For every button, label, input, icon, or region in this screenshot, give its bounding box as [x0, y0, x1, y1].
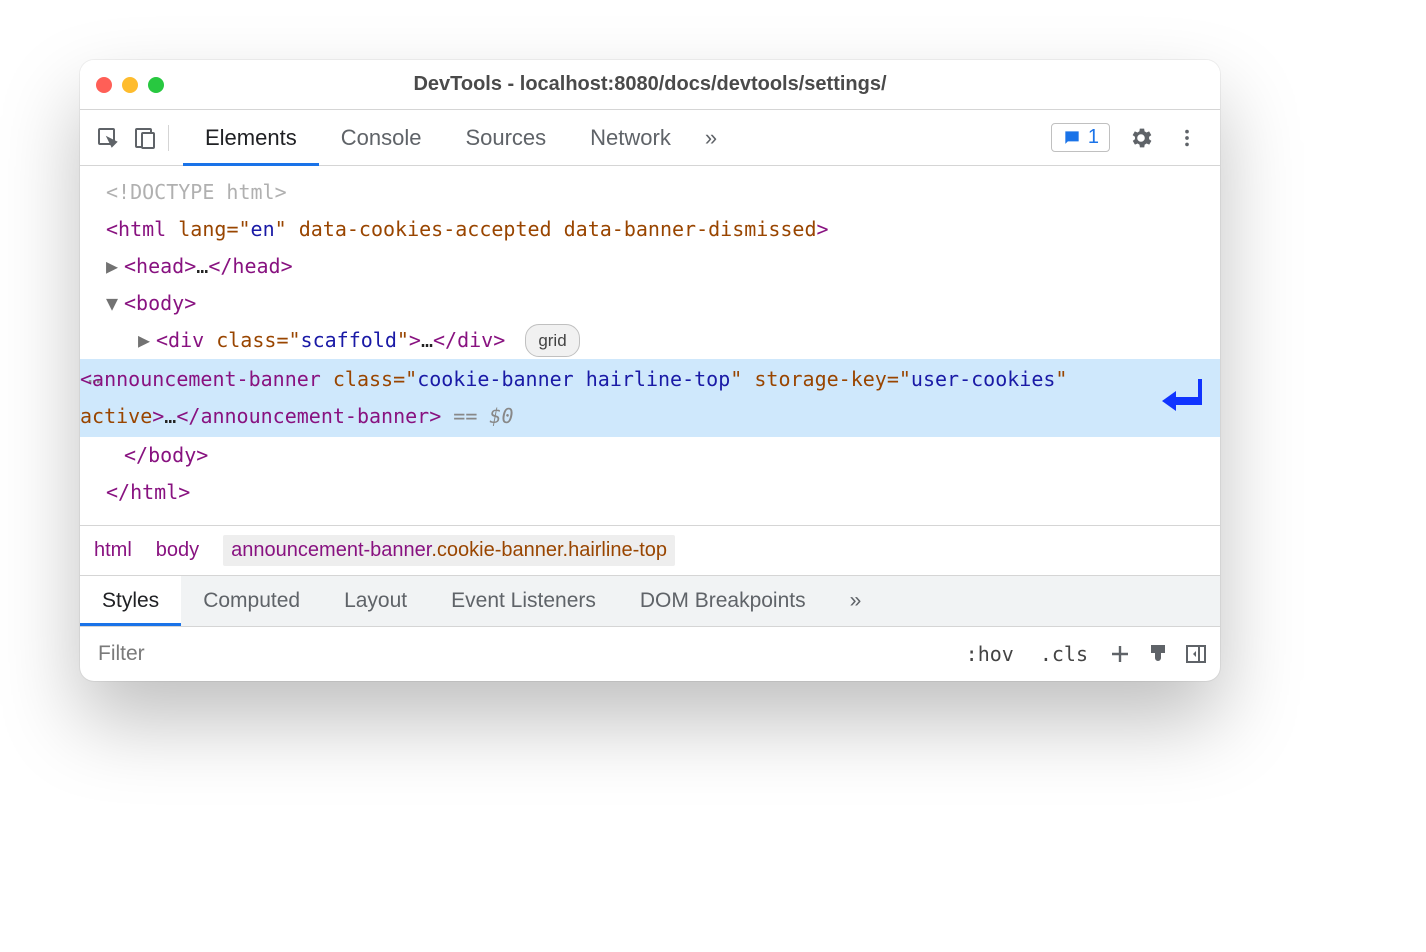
traffic-lights: [96, 77, 164, 93]
main-toolbar: Elements Console Sources Network » 1: [80, 110, 1220, 166]
titlebar: DevTools - localhost:8080/docs/devtools/…: [80, 60, 1220, 110]
grid-badge[interactable]: grid: [525, 324, 579, 357]
styles-subtabs: Styles Computed Layout Event Listeners D…: [80, 575, 1220, 627]
toolbar-separator: [168, 125, 169, 151]
styles-filter-bar: :hov .cls: [80, 627, 1220, 681]
issues-badge[interactable]: 1: [1051, 123, 1110, 152]
cls-toggle-button[interactable]: .cls: [1034, 640, 1094, 668]
window-close-button[interactable]: [96, 77, 112, 93]
styles-filter-input[interactable]: [92, 642, 946, 666]
issues-count: 1: [1088, 126, 1099, 149]
main-tabs: Elements Console Sources Network: [183, 110, 693, 166]
subtab-computed[interactable]: Computed: [181, 576, 322, 626]
paint-brush-icon[interactable]: [1146, 642, 1170, 666]
computed-sidebar-toggle-icon[interactable]: [1184, 642, 1208, 666]
inspect-element-icon[interactable]: [92, 122, 124, 154]
subtab-dom-breakpoints[interactable]: DOM Breakpoints: [618, 576, 828, 626]
breadcrumb-tag: announcement-banner: [231, 539, 431, 561]
settings-gear-icon[interactable]: [1120, 117, 1162, 159]
dom-div-scaffold-line[interactable]: ▶<div class="scaffold">…</div> grid: [80, 322, 1220, 359]
elements-dom-tree[interactable]: <!DOCTYPE html> <html lang="en" data-coo…: [80, 166, 1220, 525]
breadcrumb-item-html[interactable]: html: [94, 539, 132, 562]
window-minimize-button[interactable]: [122, 77, 138, 93]
dom-html-open-line[interactable]: <html lang="en" data-cookies-accepted da…: [80, 211, 1220, 248]
breadcrumb: html body announcement-banner.cookie-ban…: [80, 525, 1220, 575]
expand-arrow-icon[interactable]: ▶: [106, 248, 120, 285]
kebab-menu-icon[interactable]: [1166, 117, 1208, 159]
breadcrumb-item-body[interactable]: body: [156, 539, 199, 562]
subtab-layout[interactable]: Layout: [322, 576, 429, 626]
hov-toggle-button[interactable]: :hov: [960, 640, 1020, 668]
new-style-rule-icon[interactable]: [1108, 642, 1132, 666]
dom-doctype-line[interactable]: <!DOCTYPE html>: [80, 174, 1220, 211]
expand-arrow-icon[interactable]: ▼: [106, 285, 120, 322]
dom-body-close-line[interactable]: </body>: [80, 437, 1220, 474]
selection-indicator-arrow-icon: [1160, 375, 1204, 431]
tab-elements[interactable]: Elements: [183, 110, 319, 166]
tab-sources[interactable]: Sources: [443, 110, 568, 166]
subtab-styles[interactable]: Styles: [80, 576, 181, 626]
subtab-more-chevron[interactable]: »: [828, 576, 884, 626]
tab-console[interactable]: Console: [319, 110, 444, 166]
more-tabs-chevron[interactable]: »: [705, 125, 717, 151]
window-title: DevTools - localhost:8080/docs/devtools/…: [80, 73, 1220, 96]
dom-body-open-line[interactable]: ▼<body>: [80, 285, 1220, 322]
dom-head-line[interactable]: ▶<head>…</head>: [80, 248, 1220, 285]
device-toolbar-icon[interactable]: [128, 122, 160, 154]
expand-arrow-icon[interactable]: ▶: [138, 322, 152, 359]
devtools-window: DevTools - localhost:8080/docs/devtools/…: [80, 60, 1220, 681]
subtab-event-listeners[interactable]: Event Listeners: [429, 576, 618, 626]
window-zoom-button[interactable]: [148, 77, 164, 93]
dom-html-close-line[interactable]: </html>: [80, 474, 1220, 511]
issues-icon: [1062, 128, 1082, 148]
console-dollar-zero-hint: == $0: [441, 404, 513, 428]
tab-network[interactable]: Network: [568, 110, 693, 166]
dom-selected-row[interactable]: ▶<announcement-banner class="cookie-bann…: [80, 359, 1220, 437]
breadcrumb-classes: .cookie-banner.hairline-top: [431, 539, 667, 561]
breadcrumb-item-selected[interactable]: announcement-banner.cookie-banner.hairli…: [223, 535, 675, 566]
